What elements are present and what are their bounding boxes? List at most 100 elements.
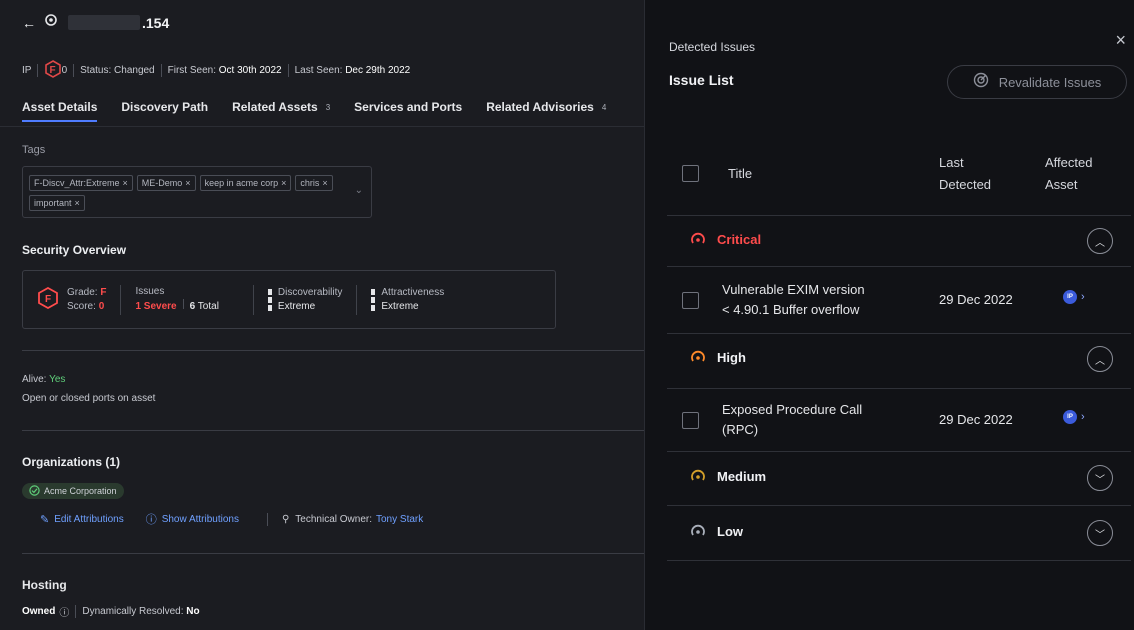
tab-related-assets[interactable]: Related Assets 3	[232, 100, 330, 122]
tag-text: F-Discv_Attr:Extreme	[34, 178, 120, 188]
redacted-ip	[68, 15, 140, 30]
severity-group-low[interactable]: Low ﹀	[645, 508, 1134, 558]
ports-text: Open or closed ports on asset	[22, 393, 156, 404]
remove-tag-icon[interactable]: ×	[185, 178, 190, 188]
tab-count: 3	[325, 102, 331, 112]
column-last-detected[interactable]: Last Detected	[939, 152, 991, 196]
asset-ip-suffix: .154	[142, 14, 170, 31]
select-all-checkbox[interactable]	[682, 165, 699, 182]
row-divider	[667, 266, 1131, 267]
attractiveness-label: Attractiveness	[381, 286, 445, 298]
security-overview-title: Security Overview	[22, 243, 127, 257]
alive-label: Alive:	[22, 374, 47, 385]
affected-asset-link[interactable]: IP ›	[1063, 290, 1085, 304]
issue-row[interactable]: Vulnerable EXIM version < 4.90.1 Buffer o…	[645, 270, 1134, 332]
issue-title-line1: Vulnerable EXIM version	[722, 282, 865, 297]
column-title[interactable]: Title	[728, 166, 752, 181]
tab-label: Related Advisories	[486, 100, 594, 114]
edit-attributions-link[interactable]: ✎ Edit Attributions	[40, 513, 124, 526]
remove-tag-icon[interactable]: ×	[281, 178, 286, 188]
tab-services-and-ports[interactable]: Services and Ports	[354, 100, 462, 122]
severity-label: Low	[717, 524, 743, 539]
alive-status: Alive: Yes	[22, 374, 65, 385]
close-icon[interactable]: ×	[1115, 30, 1126, 51]
col-last-line2: Detected	[939, 177, 992, 192]
revalidate-button[interactable]: Revalidate Issues	[947, 65, 1127, 99]
issue-checkbox[interactable]	[682, 412, 699, 429]
issue-title[interactable]: Exposed Procedure Call (RPC)	[722, 400, 902, 440]
tag-chip: F-Discv_Attr:Extreme ×	[29, 175, 133, 191]
chevron-up-icon[interactable]: ︿	[1087, 346, 1113, 372]
grade-value: F	[100, 286, 107, 298]
info-icon[interactable]: ⓘ	[59, 604, 69, 619]
discoverability-value: Extreme	[277, 300, 316, 312]
tag-text: keep in acme corp	[204, 178, 279, 188]
svg-text:F: F	[45, 294, 51, 305]
issue-title-line2: (RPC)	[722, 422, 759, 437]
organization-name: Acme Corporation	[44, 486, 117, 496]
tab-discovery-path[interactable]: Discovery Path	[121, 100, 208, 122]
location-pin-icon	[44, 14, 58, 31]
column-affected-asset[interactable]: Affected Asset	[1045, 152, 1092, 196]
chevron-down-icon[interactable]: ﹀	[1087, 465, 1113, 491]
remove-tag-icon[interactable]: ×	[75, 198, 80, 208]
issues-cell: Issues 1 Severe 6 Total	[135, 285, 218, 314]
divider	[73, 64, 75, 77]
tab-asset-details[interactable]: Asset Details	[22, 100, 98, 122]
organizations-title: Organizations (1)	[22, 455, 121, 469]
tag-text: chris	[300, 178, 320, 188]
section-divider	[22, 430, 644, 431]
total-count: 6	[189, 301, 196, 312]
grade-label: Grade:	[67, 286, 98, 298]
row-divider	[667, 505, 1131, 506]
organization-chip[interactable]: Acme Corporation	[22, 483, 124, 499]
tab-related-advisories[interactable]: Related Advisories 4	[486, 100, 606, 122]
tag-text: important	[34, 198, 72, 208]
app-window: ← .154 IP F 0 Status: Changed First Seen…	[0, 0, 1134, 630]
owner-name[interactable]: Tony Stark	[376, 514, 423, 525]
section-divider	[22, 553, 644, 554]
security-overview-card: F Grade: F Score: 0 Issues 1 Severe 6 Tot…	[22, 270, 556, 329]
chevron-up-icon[interactable]: ︿	[1087, 228, 1113, 254]
severe-count[interactable]: 1 Severe	[135, 301, 176, 312]
remove-tag-icon[interactable]: ×	[123, 178, 128, 188]
dynamic-value: No	[186, 606, 200, 617]
severity-label: Critical	[717, 232, 762, 247]
edit-attributions-label: Edit Attributions	[54, 513, 124, 525]
divider	[37, 64, 39, 77]
asset-header: ← .154	[22, 14, 169, 31]
detected-issues-panel: Detected Issues × Issue List Revalidate …	[644, 0, 1134, 630]
show-attributions-link[interactable]: ⓘ Show Attributions	[146, 511, 239, 527]
issue-row[interactable]: Exposed Procedure Call (RPC) 29 Dec 2022 …	[645, 390, 1134, 452]
grade-cell: F Grade: F Score: 0	[37, 286, 106, 314]
tags-label: Tags	[22, 144, 46, 156]
issue-title[interactable]: Vulnerable EXIM version < 4.90.1 Buffer o…	[722, 280, 902, 320]
issue-date: 29 Dec 2022	[939, 412, 1013, 427]
severity-group-high[interactable]: High ︿	[645, 334, 1134, 384]
divider	[182, 299, 184, 309]
first-seen-label: First Seen:	[167, 65, 216, 76]
score-value: 0	[98, 300, 105, 312]
tags-input[interactable]: F-Discv_Attr:Extreme × ME-Demo × keep in a…	[22, 166, 372, 218]
chevron-down-icon[interactable]: ﹀	[1087, 520, 1113, 546]
tag-chip: ME-Demo ×	[136, 175, 196, 191]
severity-group-critical[interactable]: Critical ︿	[645, 216, 1134, 266]
severity-label: High	[717, 350, 746, 365]
ip-badge-icon: IP	[1063, 290, 1077, 304]
attractiveness-value: Extreme	[381, 300, 419, 312]
col-aff-line2: Asset	[1045, 177, 1078, 192]
score-row: Score: 0	[67, 300, 106, 314]
affected-asset-link[interactable]: IP ›	[1063, 410, 1085, 424]
back-arrow-icon[interactable]: ←	[22, 15, 36, 31]
chevron-down-icon[interactable]: ⌄	[355, 185, 363, 196]
remove-tag-icon[interactable]: ×	[322, 178, 327, 188]
issue-checkbox[interactable]	[682, 292, 699, 309]
issue-title-line1: Exposed Procedure Call	[722, 402, 863, 417]
divider	[75, 605, 77, 618]
tag-text: ME-Demo	[141, 178, 183, 188]
issue-title-line2: < 4.90.1 Buffer overflow	[722, 302, 860, 317]
severity-group-medium[interactable]: Medium ﹀	[645, 453, 1134, 503]
tag-chip: keep in acme corp ×	[199, 175, 292, 191]
discoverability-label: Discoverability	[277, 286, 343, 298]
info-icon: ⓘ	[145, 514, 157, 526]
